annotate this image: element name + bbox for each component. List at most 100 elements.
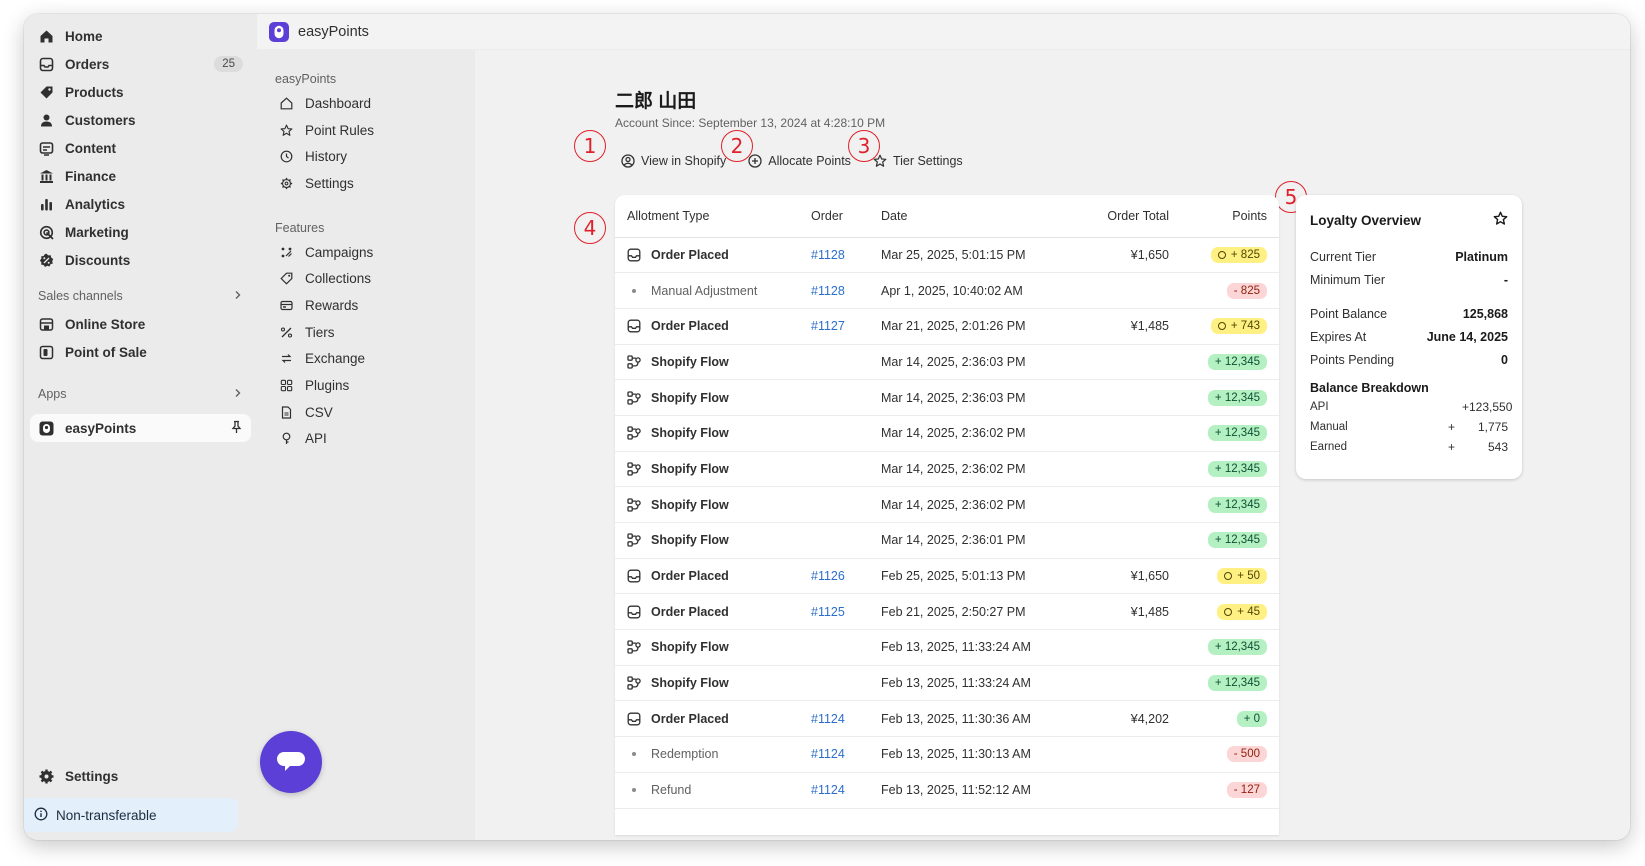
app-nav-item-exchange[interactable]: Exchange	[269, 346, 475, 373]
cell-date: Apr 1, 2025, 10:40:02 AM	[871, 272, 1069, 309]
table-row[interactable]: Shopify Flow Mar 14, 2025, 2:36:02 PM + 12…	[615, 451, 1279, 488]
cell-points: + 50	[1179, 558, 1279, 595]
points-badge: + 12,345	[1207, 353, 1267, 370]
allocate-points-button[interactable]: Allocate Points	[748, 154, 851, 168]
column-header-total[interactable]: Order Total	[1069, 195, 1179, 238]
points-badge: - 500	[1226, 746, 1267, 763]
order-link[interactable]: #1127	[811, 319, 845, 333]
cell-order	[801, 665, 871, 702]
sales-channels-header[interactable]: Sales channels	[30, 282, 251, 310]
breakdown-label: Earned	[1310, 441, 1348, 453]
app-nav-item-plugins[interactable]: Plugins	[269, 372, 475, 399]
order-link[interactable]: #1128	[811, 248, 845, 262]
sidebar-item-marketing[interactable]: Marketing	[30, 218, 251, 246]
cell-order-total	[1069, 629, 1179, 666]
order-link[interactable]: #1124	[811, 712, 845, 726]
breakdown-value: 1,775	[1477, 420, 1508, 434]
sidebar-item-orders[interactable]: Orders 25	[30, 50, 251, 78]
app-nav-item-dashboard[interactable]: Dashboard	[269, 90, 475, 117]
sidebar-item-discounts[interactable]: Discounts	[30, 246, 251, 274]
column-header-date[interactable]: Date	[871, 195, 1069, 238]
sidebar-item-online-store[interactable]: Online Store	[30, 310, 251, 338]
order-link[interactable]: #1125	[811, 605, 845, 619]
allotment-type-label: Redemption	[651, 747, 719, 762]
overview-value: 0	[1501, 352, 1508, 367]
table-row[interactable]: Order Placed #1126 Feb 25, 2025, 5:01:13 P…	[615, 558, 1279, 595]
cell-type: Redemption	[615, 736, 801, 773]
cell-points: + 12,345	[1179, 522, 1279, 559]
loyalty-overview-card: Loyalty Overview Current Tier Platinum Min…	[1296, 195, 1522, 479]
apps-header[interactable]: Apps	[30, 380, 251, 408]
chat-button[interactable]	[260, 731, 322, 793]
sidebar-item-content[interactable]: Content	[30, 134, 251, 162]
sidebar-item-settings[interactable]: Settings	[30, 762, 251, 790]
cell-order-total	[1069, 451, 1179, 488]
campaigns-icon	[279, 245, 293, 259]
table-row[interactable]: Order Placed #1127 Mar 21, 2025, 2:01:26 P…	[615, 308, 1279, 345]
sidebar-item-finance[interactable]: Finance	[30, 162, 251, 190]
app-nav-label: Plugins	[305, 378, 350, 394]
cell-date: Feb 13, 2025, 11:30:13 AM	[871, 736, 1069, 773]
order-link[interactable]: #1124	[811, 747, 845, 761]
app-nav-item-tiers[interactable]: Tiers	[269, 319, 475, 346]
order-link[interactable]: #1126	[811, 569, 845, 583]
cell-order-total	[1069, 344, 1179, 381]
home-icon	[38, 28, 54, 44]
table-row[interactable]: Shopify Flow Mar 14, 2025, 2:36:01 PM + 12…	[615, 522, 1279, 559]
breakdown-sign: +	[1448, 440, 1456, 454]
cell-type: Order Placed	[615, 700, 801, 738]
table-row[interactable]: Order Placed #1124 Feb 13, 2025, 11:30:36 …	[615, 700, 1279, 738]
cell-date: Feb 13, 2025, 11:33:24 AM	[871, 665, 1069, 702]
table-row[interactable]: Shopify Flow Mar 14, 2025, 2:36:03 PM + 12…	[615, 344, 1279, 381]
app-nav-item-settings[interactable]: Settings	[269, 170, 475, 197]
tier-settings-button[interactable]: Tier Settings	[873, 154, 963, 168]
allotment-type: Shopify Flow	[627, 498, 791, 512]
table-row[interactable]: Redemption #1124 Feb 13, 2025, 11:30:13 AM…	[615, 736, 1279, 773]
sidebar-item-label: Products	[65, 84, 124, 100]
sidebar-item-home[interactable]: Home	[30, 22, 251, 50]
table-row[interactable]: Shopify Flow Mar 14, 2025, 2:36:02 PM + 12…	[615, 486, 1279, 523]
table-row[interactable]: Shopify Flow Feb 13, 2025, 11:33:24 AM + 1…	[615, 665, 1279, 702]
cell-date: Mar 14, 2025, 2:36:02 PM	[871, 415, 1069, 452]
table-row[interactable]: Order Placed #1125 Feb 21, 2025, 2:50:27 P…	[615, 593, 1279, 631]
app-nav-item-api[interactable]: API	[269, 426, 475, 453]
app-nav-item-rewards[interactable]: Rewards	[269, 292, 475, 319]
table-row[interactable]: Order Placed #1128 Mar 25, 2025, 5:01:15 P…	[615, 237, 1279, 274]
column-header-order[interactable]: Order	[801, 195, 871, 238]
app-nav-item-collections[interactable]: Collections	[269, 265, 475, 292]
action-label: Allocate Points	[768, 154, 851, 168]
app-nav-item-history[interactable]: History	[269, 143, 475, 170]
app-nav-item-csv[interactable]: CSV	[269, 399, 475, 426]
cell-type: Shopify Flow	[615, 451, 801, 488]
sidebar-item-label: Home	[65, 28, 103, 44]
tiers-icon	[279, 325, 293, 339]
column-header-points[interactable]: Points	[1179, 195, 1279, 238]
app-nav-item-campaigns[interactable]: Campaigns	[269, 239, 475, 266]
pin-icon[interactable]	[230, 420, 243, 437]
app-nav-label: CSV	[305, 404, 333, 420]
star-icon[interactable]	[1493, 211, 1508, 229]
view-in-shopify-button[interactable]: View in Shopify	[621, 154, 726, 168]
table-row[interactable]: Shopify Flow Mar 14, 2025, 2:36:02 PM + 12…	[615, 415, 1279, 452]
order-link[interactable]: #1128	[811, 284, 845, 298]
table-row[interactable]: Shopify Flow Feb 13, 2025, 11:33:24 AM + 1…	[615, 629, 1279, 666]
allotment-type-label: Order Placed	[651, 569, 729, 584]
overview-row: Points Pending 0	[1310, 348, 1508, 371]
column-header-type[interactable]: Allotment Type	[615, 195, 801, 238]
table-row[interactable]: Shopify Flow Mar 14, 2025, 2:36:03 PM + 12…	[615, 379, 1279, 416]
sidebar-item-analytics[interactable]: Analytics	[30, 190, 251, 218]
sidebar-item-easypoints[interactable]: easyPoints	[30, 414, 251, 442]
allotment-type: Shopify Flow	[627, 462, 791, 476]
collections-icon	[279, 272, 293, 286]
order-link[interactable]: #1124	[811, 783, 845, 797]
sidebar-item-point-of-sale[interactable]: Point of Sale	[30, 338, 251, 366]
cell-order	[801, 415, 871, 452]
sidebar-item-products[interactable]: Products	[30, 78, 251, 106]
table-row[interactable]: Refund #1124 Feb 13, 2025, 11:52:12 AM - 12…	[615, 772, 1279, 809]
app-nav-item-point-rules[interactable]: Point Rules	[269, 117, 475, 144]
cell-points: - 500	[1179, 736, 1279, 773]
allotment-type: Shopify Flow	[627, 640, 791, 654]
breakdown-title: Balance Breakdown	[1310, 381, 1429, 395]
table-row[interactable]: Manual Adjustment #1128 Apr 1, 2025, 10:40…	[615, 272, 1279, 309]
sidebar-item-customers[interactable]: Customers	[30, 106, 251, 134]
